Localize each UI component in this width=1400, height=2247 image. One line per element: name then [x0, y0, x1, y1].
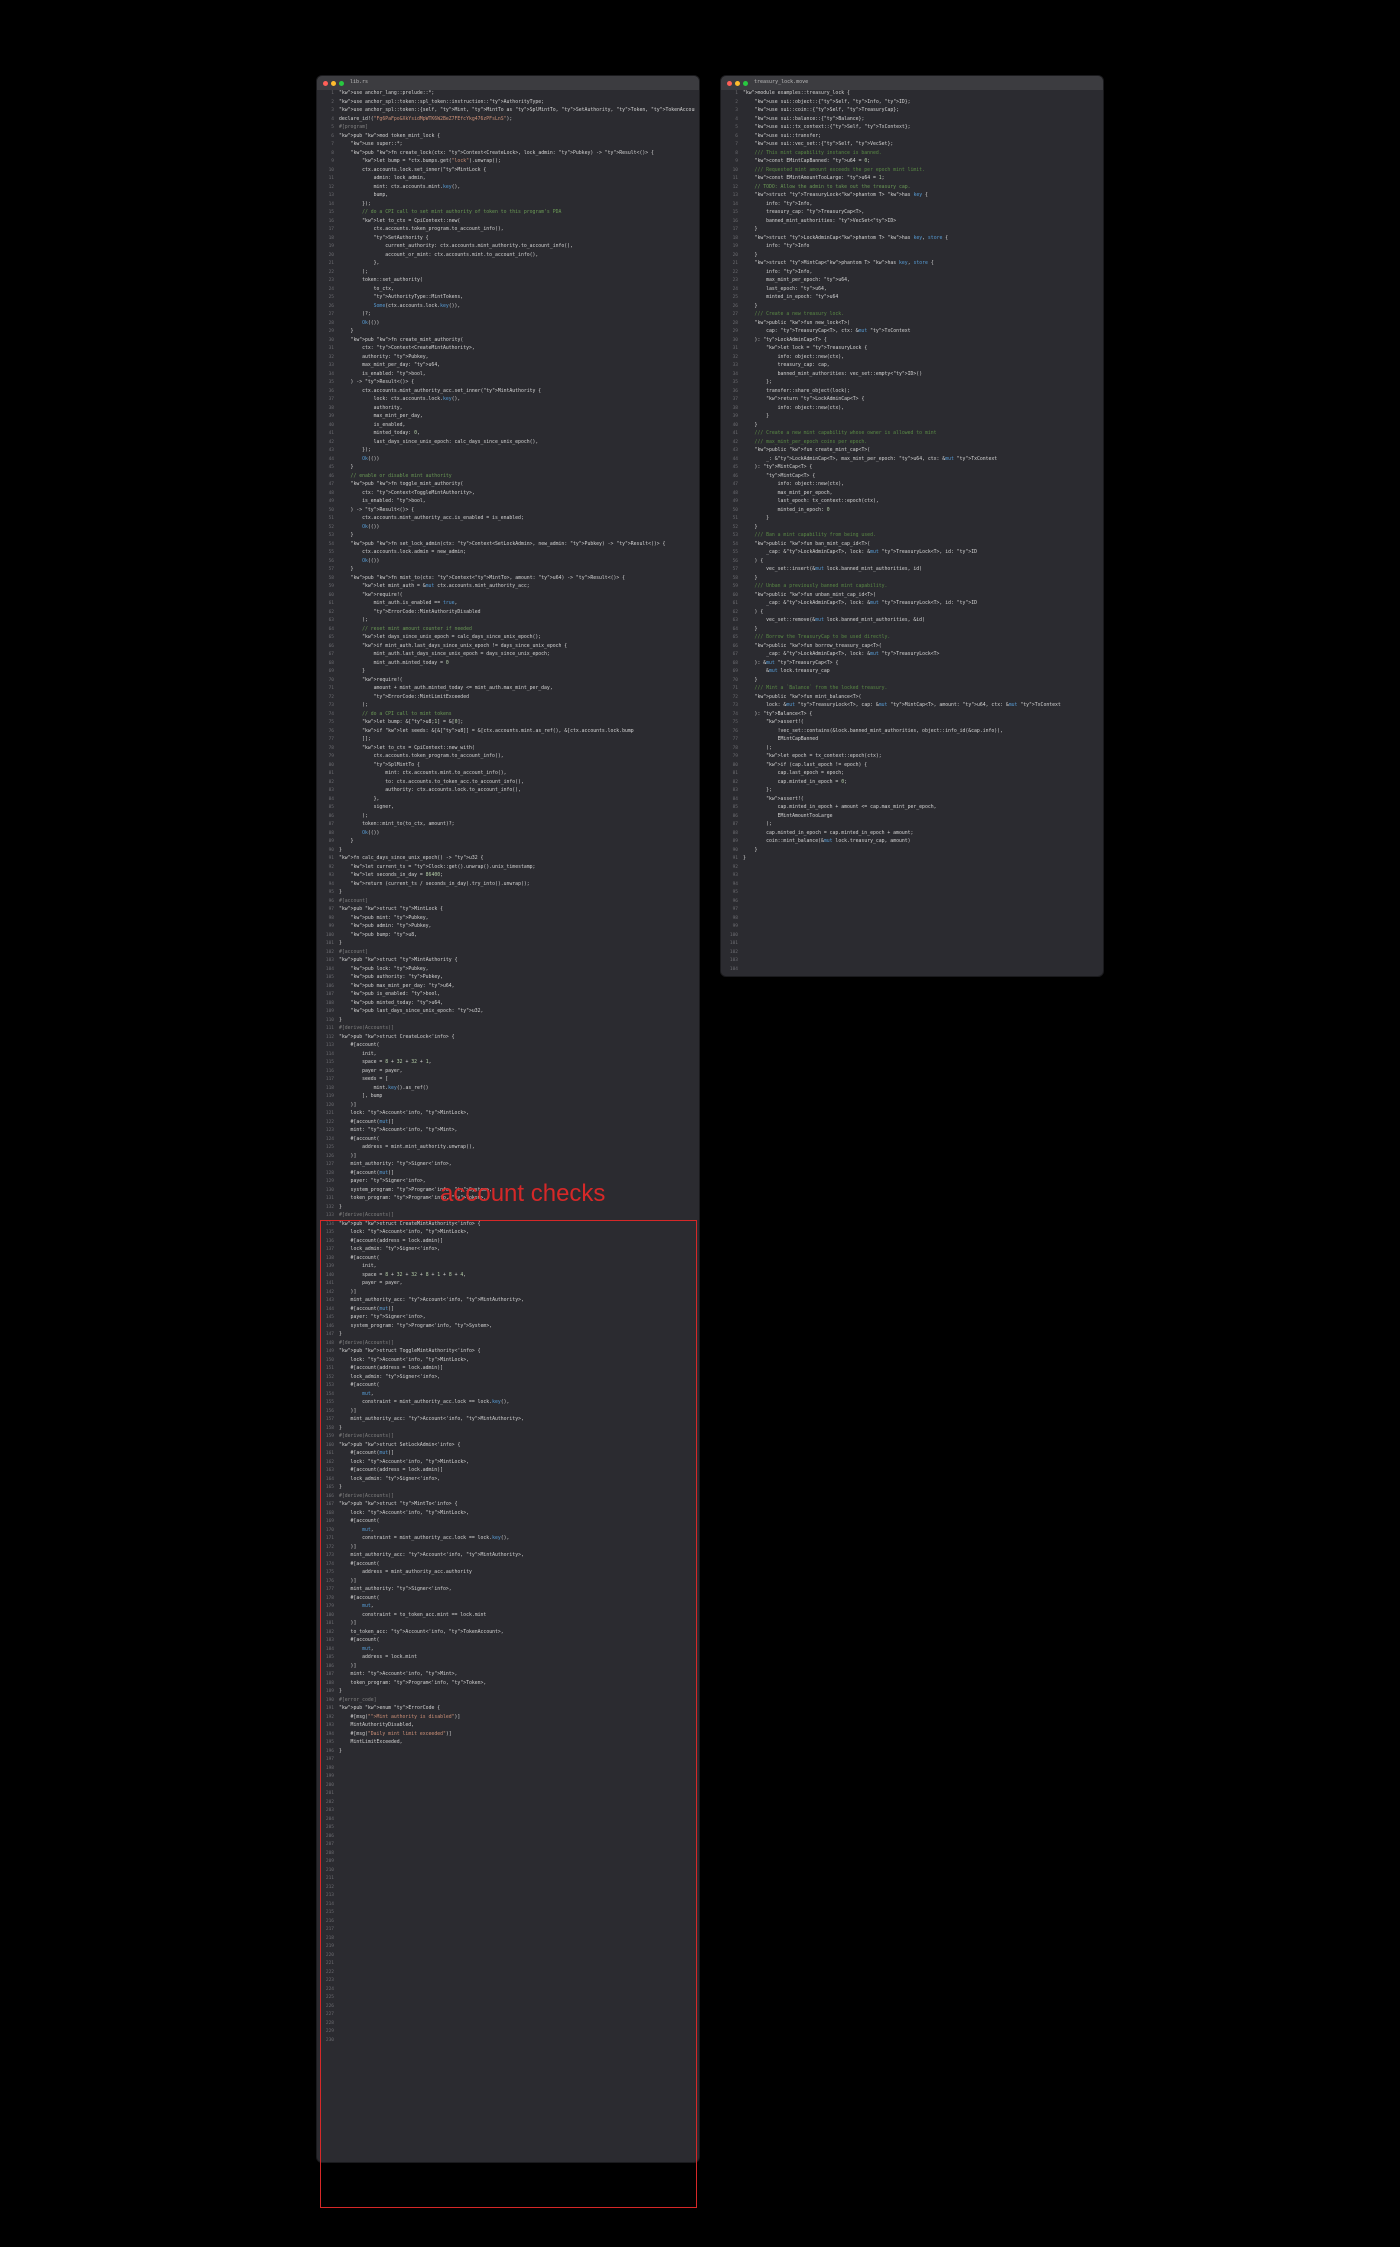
code-area-left[interactable]: "kw">use anchor_lang::prelude::*;"kw">us… [339, 90, 695, 2162]
close-icon[interactable] [727, 81, 732, 86]
code-window-left: lib.rs 123456789101112131415161718192021… [316, 75, 700, 2163]
maximize-icon[interactable] [743, 81, 748, 86]
minimize-icon[interactable] [331, 81, 336, 86]
line-numbers-left: 1234567891011121314151617181920212223242… [317, 90, 337, 2162]
minimize-icon[interactable] [735, 81, 740, 86]
traffic-lights[interactable] [727, 81, 748, 86]
code-window-right: treasury_lock.move 123456789101112131415… [720, 75, 1104, 977]
traffic-lights[interactable] [323, 81, 344, 86]
line-numbers-right: 1234567891011121314151617181920212223242… [721, 90, 741, 976]
window-title-right: treasury_lock.move [754, 79, 808, 87]
titlebar-left: lib.rs [317, 76, 699, 90]
titlebar-right: treasury_lock.move [721, 76, 1103, 90]
code-area-right[interactable]: "kw">module examples::treasury_lock { "k… [743, 90, 1099, 976]
annotation-text: account checks [440, 1176, 605, 1212]
close-icon[interactable] [323, 81, 328, 86]
page: lib.rs 123456789101112131415161718192021… [0, 0, 1400, 2247]
window-title-left: lib.rs [350, 79, 368, 87]
maximize-icon[interactable] [339, 81, 344, 86]
